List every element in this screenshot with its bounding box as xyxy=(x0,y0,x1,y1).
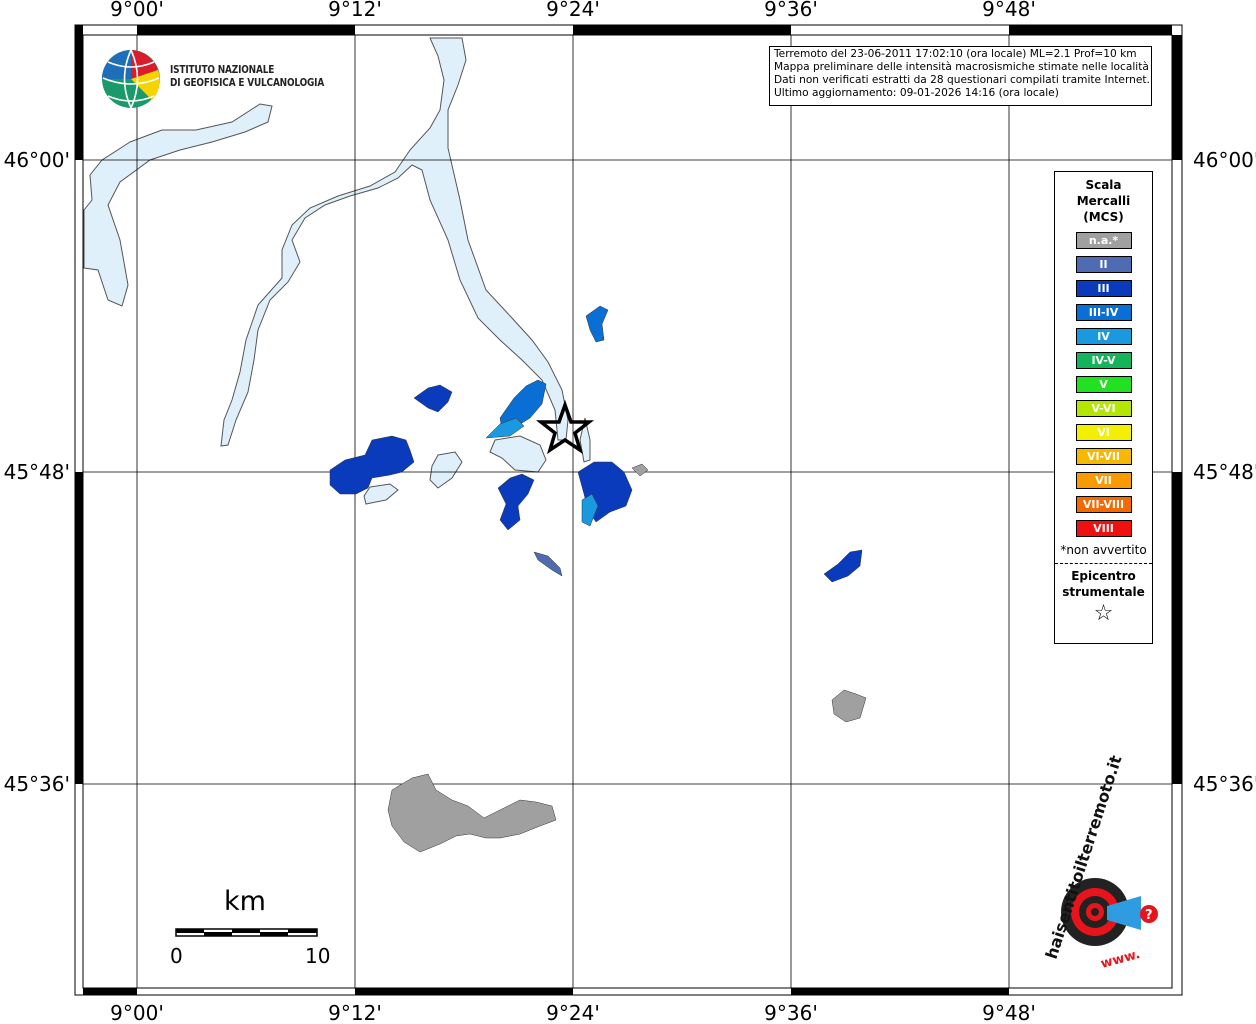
lon-label: 9°36' xyxy=(764,1001,818,1024)
legend-item: VIII xyxy=(1075,520,1132,537)
lat-label: 46°00' xyxy=(4,148,70,172)
scale-min: 0 xyxy=(170,944,183,968)
institute-line1: ISTITUTO NAZIONALE xyxy=(170,64,275,76)
legend-item: IV xyxy=(1075,328,1132,345)
legend-item: VI xyxy=(1075,424,1132,441)
legend-item: VI-VII xyxy=(1075,448,1132,465)
legend-epicenter-line: strumentale xyxy=(1062,585,1145,599)
lat-label: 45°36' xyxy=(4,772,70,796)
legend-item: III-IV xyxy=(1075,304,1132,321)
legend-item: III xyxy=(1075,280,1132,297)
institute-name: ISTITUTO NAZIONALE DI GEOFISICA E VULCAN… xyxy=(170,64,324,90)
lat-label: 45°48' xyxy=(4,460,70,484)
legend-title-line: Scala xyxy=(1085,178,1122,192)
lon-label: 9°24' xyxy=(546,0,600,21)
mcs-legend: Scala Mercalli (MCS) n.a.* II III III-IV IV I… xyxy=(1054,171,1153,644)
info-line: Mappa preliminare delle intensità macros… xyxy=(774,61,1149,73)
lat-label: 45°36' xyxy=(1193,772,1256,796)
legend-note: *non avvertito xyxy=(1060,543,1147,557)
lon-label: 9°24' xyxy=(546,1001,600,1024)
lon-label: 9°48' xyxy=(982,0,1036,21)
legend-epicenter-label: Epicentro strumentale xyxy=(1055,568,1152,600)
map-frame xyxy=(74,24,1183,996)
legend-item: V xyxy=(1075,376,1132,393)
legend-title: Scala Mercalli (MCS) xyxy=(1055,177,1152,225)
info-line: Ultimo aggiornamento: 09-01-2026 14:16 (… xyxy=(774,87,1059,99)
lon-labels-top: 9°00' 9°12' 9°24' 9°36' 9°48' xyxy=(110,0,1036,21)
legend-item: VII xyxy=(1075,472,1132,489)
ingv-logo: ISTITUTO NAZIONALE DI GEOFISICA E VULCAN… xyxy=(100,48,324,110)
legend-item: n.a.* xyxy=(1075,232,1132,249)
legend-items: n.a.* II III III-IV IV IV-V V V-VI VI VI-VII VII VI… xyxy=(1055,232,1152,537)
legend-item: IV-V xyxy=(1075,352,1132,369)
lon-label: 9°12' xyxy=(328,1001,382,1024)
lat-label: 46°00' xyxy=(1193,148,1256,172)
lon-label: 9°48' xyxy=(982,1001,1036,1024)
lon-label: 9°00' xyxy=(110,0,164,21)
legend-title-line: (MCS) xyxy=(1083,210,1124,224)
scale-unit: km xyxy=(224,886,266,917)
lon-label: 9°12' xyxy=(328,0,382,21)
scale-bar xyxy=(175,928,318,937)
legend-item: V-VI xyxy=(1075,400,1132,417)
svg-text:?: ? xyxy=(1145,908,1153,923)
lon-label: 9°00' xyxy=(110,1001,164,1024)
legend-item: VII-VIII xyxy=(1075,496,1132,513)
event-info-box: Terremoto del 23-06-2011 17:02:10 (ora l… xyxy=(769,46,1152,106)
globe-icon xyxy=(102,49,160,109)
lat-label: 45°48' xyxy=(1193,460,1256,484)
info-line: Dati non verificati estratti da 28 quest… xyxy=(774,74,1150,86)
legend-epicenter-line: Epicentro xyxy=(1071,569,1136,583)
lon-label: 9°36' xyxy=(764,0,818,21)
scale-max: 10 xyxy=(305,944,331,968)
info-line: Terremoto del 23-06-2011 17:02:10 (ora l… xyxy=(774,48,1137,60)
lon-labels-bottom: 9°00' 9°12' 9°24' 9°36' 9°48' xyxy=(110,1001,1036,1024)
lat-labels-right: 46°00' 45°48' 45°36' xyxy=(1193,148,1256,796)
institute-line2: DI GEOFISICA E VULCANOLOGIA xyxy=(170,77,325,89)
lat-labels-left: 46°00' 45°48' 45°36' xyxy=(4,148,70,796)
legend-item: II xyxy=(1075,256,1132,273)
legend-separator xyxy=(1055,563,1152,564)
legend-title-line: Mercalli xyxy=(1076,194,1131,208)
star-icon: ☆ xyxy=(1093,601,1114,626)
